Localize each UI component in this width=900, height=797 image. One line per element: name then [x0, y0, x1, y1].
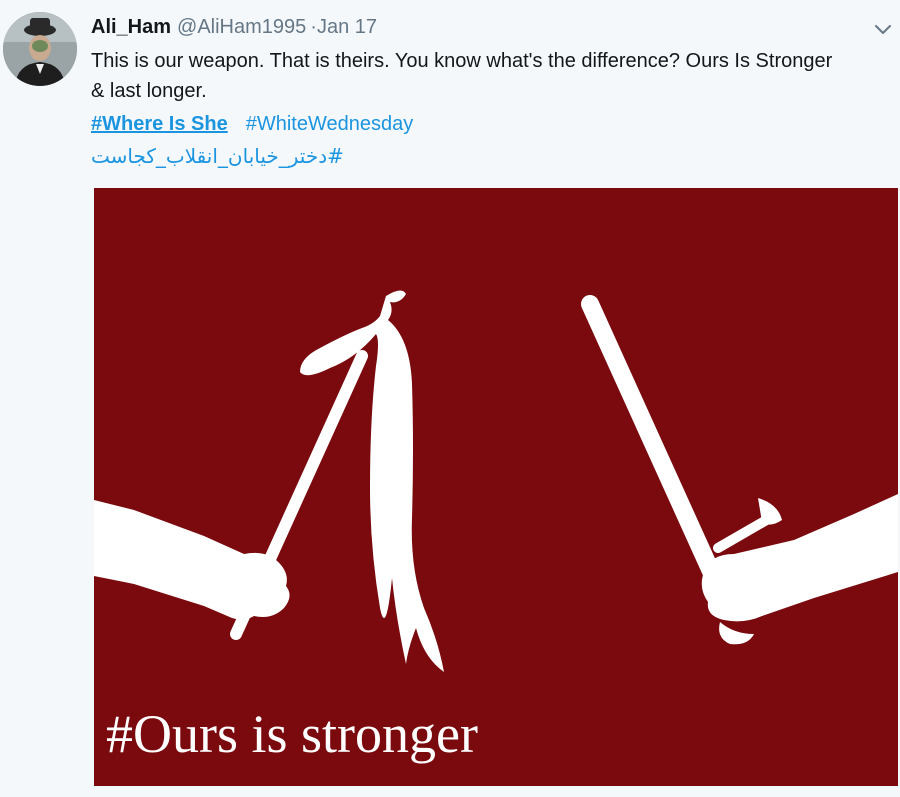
tweet-card: Ali_Ham @AliHam1995 ·Jan 17 This is our we…	[0, 0, 900, 797]
avatar[interactable]	[3, 12, 77, 86]
hashtag-white-wednesday[interactable]: #WhiteWednesday	[246, 113, 414, 135]
hashtag-persian[interactable]: #دختر_خیابان_انقلاب_کجاست	[91, 142, 344, 170]
avatar-image	[3, 12, 77, 86]
author-handle[interactable]: @AliHam1995	[177, 16, 306, 38]
tweet-media-image[interactable]: #Ours is stronger	[94, 188, 898, 786]
hashtag-row: #Where Is She #WhiteWednesday	[91, 110, 413, 138]
author-name[interactable]: Ali_Ham	[91, 16, 171, 38]
tweet-text: This is our weapon. That is theirs. You …	[91, 50, 833, 102]
media-illustration	[94, 188, 898, 786]
date-separator: ·	[310, 16, 317, 38]
hashtag-where-is-she[interactable]: #Where Is She	[91, 113, 228, 135]
tweet-date[interactable]: Jan 17	[317, 16, 377, 38]
tweet-header: Ali_Ham @AliHam1995 ·Jan 17	[91, 14, 377, 40]
chevron-down-icon[interactable]	[872, 18, 894, 40]
media-caption: #Ours is stronger	[106, 704, 478, 764]
